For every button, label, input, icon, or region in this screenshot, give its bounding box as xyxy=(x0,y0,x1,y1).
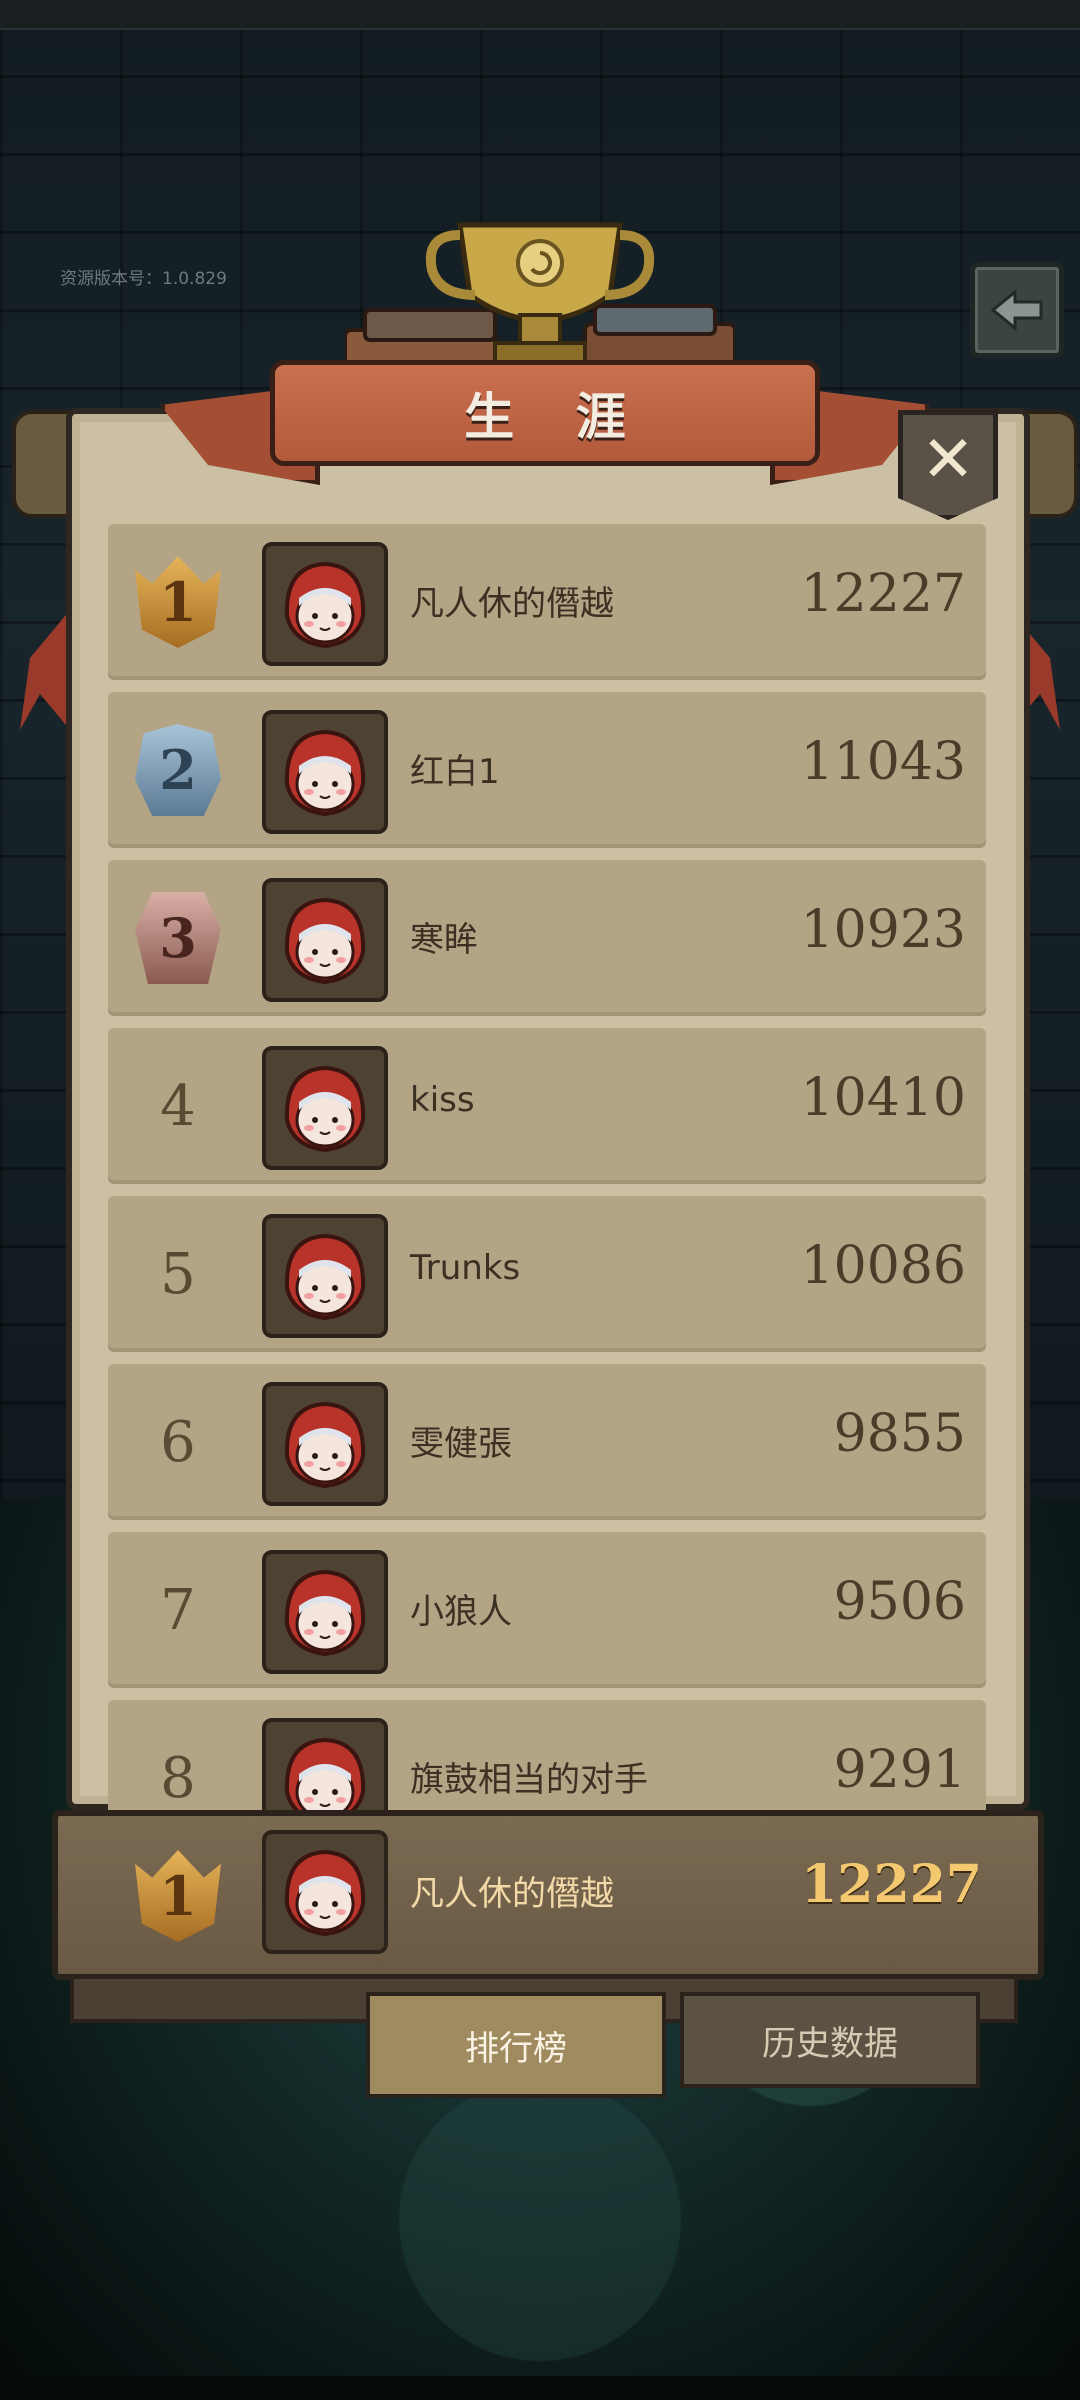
red-hood-girl-icon xyxy=(284,1849,366,1937)
player-avatar[interactable] xyxy=(262,1382,388,1506)
leaderboard-list[interactable]: 1 凡人休的僭越 12227 2 红白1 11043 3 寒眸 10923 4 … xyxy=(108,524,986,1814)
leaderboard-row[interactable]: 4 kiss 10410 xyxy=(108,1028,986,1184)
leaderboard-row[interactable]: 7 小狼人 9506 xyxy=(108,1532,986,1688)
leaderboard-row[interactable]: 6 雯健張 9855 xyxy=(108,1364,986,1520)
player-avatar[interactable] xyxy=(262,1214,388,1338)
player-score: 12227 xyxy=(800,564,966,624)
red-hood-girl-icon xyxy=(284,897,366,985)
player-avatar[interactable] xyxy=(262,542,388,666)
red-hood-girl-icon xyxy=(284,1233,366,1321)
navigation-bar xyxy=(0,2376,1080,2400)
resource-version-label: 资源版本号：1.0.829 xyxy=(60,269,227,289)
title-banner: 生 涯 xyxy=(270,360,820,466)
red-hood-girl-icon xyxy=(284,561,366,649)
gold-medal-icon: 1 xyxy=(135,556,221,648)
tab-leaderboard[interactable]: 排行榜 xyxy=(366,1992,666,2098)
trophy-icon xyxy=(425,222,655,369)
tab-history[interactable]: 历史数据 xyxy=(680,1992,980,2088)
rank-badge: 1 xyxy=(128,1846,228,1946)
player-score: 9291 xyxy=(833,1740,966,1800)
rank-number: 4 xyxy=(160,1073,196,1139)
rank-number: 7 xyxy=(160,1577,196,1643)
my-score: 12227 xyxy=(801,1854,982,1915)
status-bar xyxy=(0,0,1080,30)
leaderboard-row[interactable]: 8 旗鼓相当的对手 9291 xyxy=(108,1700,986,1814)
player-score: 10410 xyxy=(800,1068,966,1128)
leaderboard-row[interactable]: 2 红白1 11043 xyxy=(108,692,986,848)
red-hood-girl-icon xyxy=(284,729,366,817)
player-score: 9855 xyxy=(833,1404,966,1464)
leaderboard-row[interactable]: 3 寒眸 10923 xyxy=(108,860,986,1016)
rank-badge: 1 xyxy=(128,552,228,652)
player-score: 11043 xyxy=(800,732,966,792)
bronze-medal-icon: 3 xyxy=(135,892,221,984)
my-avatar[interactable] xyxy=(262,1830,388,1954)
rank-number: 6 xyxy=(160,1409,196,1475)
red-hood-girl-icon xyxy=(284,1569,366,1657)
rank-badge: 2 xyxy=(128,720,228,820)
back-arrow-icon xyxy=(990,288,1043,332)
red-hood-girl-icon xyxy=(284,1065,366,1153)
red-hood-girl-icon xyxy=(284,1737,366,1814)
player-name: 红白1 xyxy=(410,752,500,792)
rank-number: 8 xyxy=(160,1745,196,1811)
player-avatar[interactable] xyxy=(262,1718,388,1814)
close-button[interactable]: ✕ xyxy=(898,410,998,520)
close-icon: ✕ xyxy=(921,423,975,497)
my-rank-bar[interactable]: 1 凡人休的僭越 12227 xyxy=(52,1810,1044,1980)
player-name: 凡人休的僭越 xyxy=(410,584,614,624)
rank-number: 5 xyxy=(160,1241,196,1307)
back-button[interactable] xyxy=(970,262,1064,358)
player-score: 10923 xyxy=(800,900,966,960)
player-avatar[interactable] xyxy=(262,1550,388,1674)
player-avatar[interactable] xyxy=(262,1046,388,1170)
player-name: kiss xyxy=(410,1080,475,1120)
leaderboard-row[interactable]: 1 凡人休的僭越 12227 xyxy=(108,524,986,680)
player-name: 小狼人 xyxy=(410,1592,512,1632)
silver-medal-icon: 2 xyxy=(135,724,221,816)
red-hood-girl-icon xyxy=(284,1401,366,1489)
player-name: 寒眸 xyxy=(410,920,478,960)
page-title: 生 涯 xyxy=(464,388,648,446)
player-score: 10086 xyxy=(800,1236,966,1296)
player-avatar[interactable] xyxy=(262,878,388,1002)
player-name: Trunks xyxy=(410,1248,521,1288)
player-name: 雯健張 xyxy=(410,1424,512,1464)
gold-medal-icon: 1 xyxy=(135,1850,221,1942)
player-avatar[interactable] xyxy=(262,710,388,834)
player-score: 9506 xyxy=(833,1572,966,1632)
player-name: 旗鼓相当的对手 xyxy=(410,1760,648,1800)
my-name: 凡人休的僭越 xyxy=(410,1874,614,1914)
leaderboard-row[interactable]: 5 Trunks 10086 xyxy=(108,1196,986,1352)
rank-badge: 3 xyxy=(128,888,228,988)
